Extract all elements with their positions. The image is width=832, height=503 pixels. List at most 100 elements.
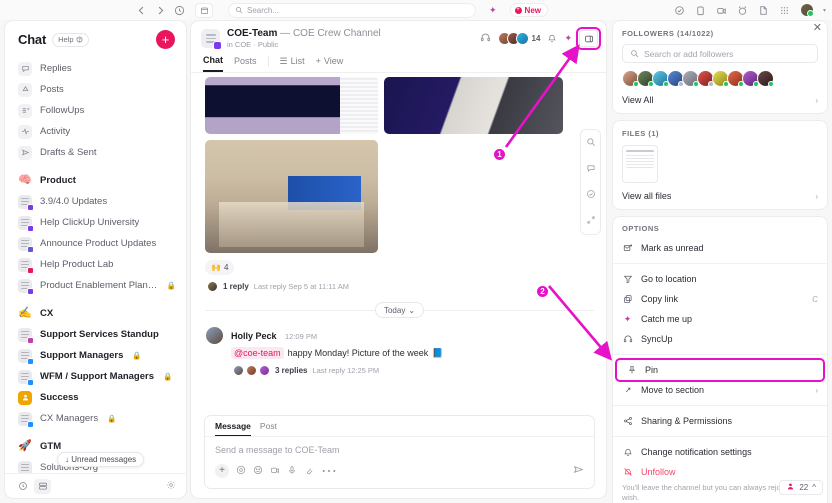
- sidebar-channel-wfm-support-managers[interactable]: WFM / Support Managers 🔒: [5, 366, 186, 387]
- option-unfollow[interactable]: Unfollow: [613, 462, 827, 482]
- tab-list[interactable]: ☰ List: [280, 56, 305, 72]
- layout-icon[interactable]: [34, 478, 51, 494]
- person-icon: [786, 482, 795, 493]
- sidebar-channel-cx-managers[interactable]: CX Managers 🔒: [5, 408, 186, 429]
- tab-post[interactable]: Post: [260, 421, 277, 436]
- reply-bubble-icon: [18, 61, 32, 76]
- more-icon[interactable]: ⋯: [321, 461, 337, 481]
- message-input[interactable]: Send a message to COE-Team: [205, 437, 594, 461]
- chat-view-tabs: Chat Posts ☰ List + View: [201, 49, 598, 72]
- sidebar-channel-success[interactable]: Success: [5, 387, 186, 408]
- new-chat-button[interactable]: +: [156, 30, 175, 49]
- sidebar-channel-product-enablement-planning[interactable]: Product Enablement Planning 🔒: [5, 275, 186, 296]
- video-icon[interactable]: [270, 462, 280, 480]
- channel-icon: [18, 215, 34, 232]
- sidebar-channel-help-clickup-university[interactable]: Help ClickUp University: [5, 212, 186, 233]
- divider: [613, 354, 827, 355]
- emoji-icon[interactable]: [253, 462, 263, 480]
- tab-add-view[interactable]: + View: [316, 56, 344, 71]
- clock-icon[interactable]: [14, 479, 31, 494]
- avatar[interactable]: [757, 70, 774, 87]
- sidebar-group-product[interactable]: 🧠 Product: [5, 170, 186, 191]
- status-badge[interactable]: 22 ^: [779, 480, 823, 495]
- view-all-files-label: View all files: [622, 191, 672, 201]
- help-badge[interactable]: Help: [52, 32, 89, 47]
- sidebar-channel-support-services-standup[interactable]: Support Services Standup: [5, 324, 186, 345]
- unread-messages-pill[interactable]: ↓ Unread messages: [57, 452, 145, 467]
- chat-panel: COE-Team — COE Crew Channel in COE · Pub…: [190, 20, 607, 499]
- sidebar-item-followups[interactable]: FollowUps: [5, 100, 186, 121]
- mention-icon[interactable]: [236, 462, 246, 480]
- sidebar-channel-39-40-updates[interactable]: 3.9/4.0 Updates: [5, 191, 186, 212]
- option-pin[interactable]: Pin: [615, 358, 825, 382]
- view-all-followers-link[interactable]: View All ›: [622, 95, 818, 105]
- chevron-down-icon[interactable]: ▾: [823, 7, 826, 14]
- headphones-icon[interactable]: [480, 30, 491, 48]
- mention-tag[interactable]: @coe-team: [231, 347, 284, 359]
- attachment-photo[interactable]: [205, 77, 378, 134]
- global-search-input[interactable]: Search...: [228, 2, 476, 18]
- option-change-notification-settings[interactable]: Change notification settings: [613, 442, 827, 462]
- sidebar-item-posts[interactable]: Posts: [5, 79, 186, 100]
- tab-posts[interactable]: Posts: [234, 56, 257, 71]
- back-arrow-icon[interactable]: [135, 4, 147, 16]
- channel-icon: [18, 236, 34, 253]
- search-placeholder: Search...: [247, 5, 280, 15]
- view-all-files-link[interactable]: View all files ›: [622, 191, 818, 201]
- attachment-photo[interactable]: [384, 77, 563, 134]
- member-facepile[interactable]: 14: [497, 32, 540, 45]
- comment-icon[interactable]: [586, 160, 596, 178]
- sidebar-title: Chat: [18, 32, 47, 47]
- plus-icon[interactable]: +: [215, 464, 229, 478]
- attachment-icon[interactable]: [304, 462, 314, 480]
- annotation-marker-1: 1: [493, 148, 506, 161]
- file-thumbnail[interactable]: [622, 145, 658, 183]
- day-pill[interactable]: Today ⌄: [374, 302, 425, 318]
- move-icon: [622, 385, 633, 395]
- channel-meta: in COE · Public: [227, 40, 279, 49]
- bell-icon: [622, 447, 633, 457]
- close-icon[interactable]: ✕: [813, 23, 822, 34]
- sidebar-group-cx[interactable]: ✍️ CX: [5, 303, 186, 324]
- message-reaction[interactable]: 🙌 4: [205, 260, 235, 275]
- history-icon[interactable]: [173, 4, 185, 16]
- sidebar-channel-support-managers[interactable]: Support Managers 🔒: [5, 345, 186, 366]
- option-go-to-location[interactable]: Go to location: [613, 269, 827, 289]
- option-copy-link[interactable]: Copy link C: [613, 289, 827, 309]
- option-move-to-section[interactable]: Move to section ›: [613, 380, 827, 400]
- avatar[interactable]: [205, 326, 224, 345]
- status-count: 22: [799, 483, 809, 492]
- send-icon[interactable]: [573, 462, 584, 480]
- search-icon[interactable]: [586, 134, 596, 152]
- bell-icon[interactable]: [547, 30, 557, 48]
- sidebar-item-replies[interactable]: Replies: [5, 58, 186, 79]
- message-text: happy Monday! Picture of the week: [287, 348, 429, 358]
- tab-message[interactable]: Message: [215, 421, 251, 436]
- options-card: OPTIONS Mark as unread Go to location Co…: [612, 216, 828, 503]
- calendar-icon[interactable]: [195, 2, 213, 18]
- ai-sparkle-icon[interactable]: ✦: [489, 5, 497, 16]
- thread-summary[interactable]: 3 replies Last reply 12:25 PM: [231, 365, 594, 376]
- sidebar-item-drafts-sent[interactable]: Drafts & Sent: [5, 142, 186, 163]
- expand-icon[interactable]: [586, 212, 596, 230]
- tab-chat[interactable]: Chat: [203, 55, 223, 72]
- mic-icon[interactable]: [287, 462, 297, 480]
- ai-sparkle-icon[interactable]: ✦: [564, 33, 572, 44]
- panel-toggle-icon[interactable]: [575, 26, 602, 51]
- option-sharing-permissions[interactable]: Sharing & Permissions: [613, 411, 827, 431]
- option-mark-as-unread[interactable]: Mark as unread: [613, 238, 827, 258]
- check-circle-icon[interactable]: [586, 186, 596, 204]
- gear-icon[interactable]: [166, 477, 176, 495]
- forward-arrow-icon[interactable]: [154, 4, 166, 16]
- channel-details-panel: COE Crew Channel ✕ FOLLOWERS (14/1022) S…: [612, 14, 828, 503]
- followers-search-input[interactable]: Search or add followers: [622, 44, 818, 63]
- option-syncup[interactable]: SyncUp: [613, 329, 827, 349]
- sidebar-item-activity[interactable]: Activity: [5, 121, 186, 142]
- option-catch-me-up[interactable]: ✦ Catch me up: [613, 309, 827, 329]
- sidebar-channel-help-product-lab[interactable]: Help Product Lab: [5, 254, 186, 275]
- avatar: [233, 365, 244, 376]
- sidebar-channel-announce-product-updates[interactable]: Announce Product Updates: [5, 233, 186, 254]
- attachment-photo[interactable]: [205, 140, 378, 253]
- new-button[interactable]: + New: [509, 3, 548, 17]
- channel-icon: [18, 390, 32, 405]
